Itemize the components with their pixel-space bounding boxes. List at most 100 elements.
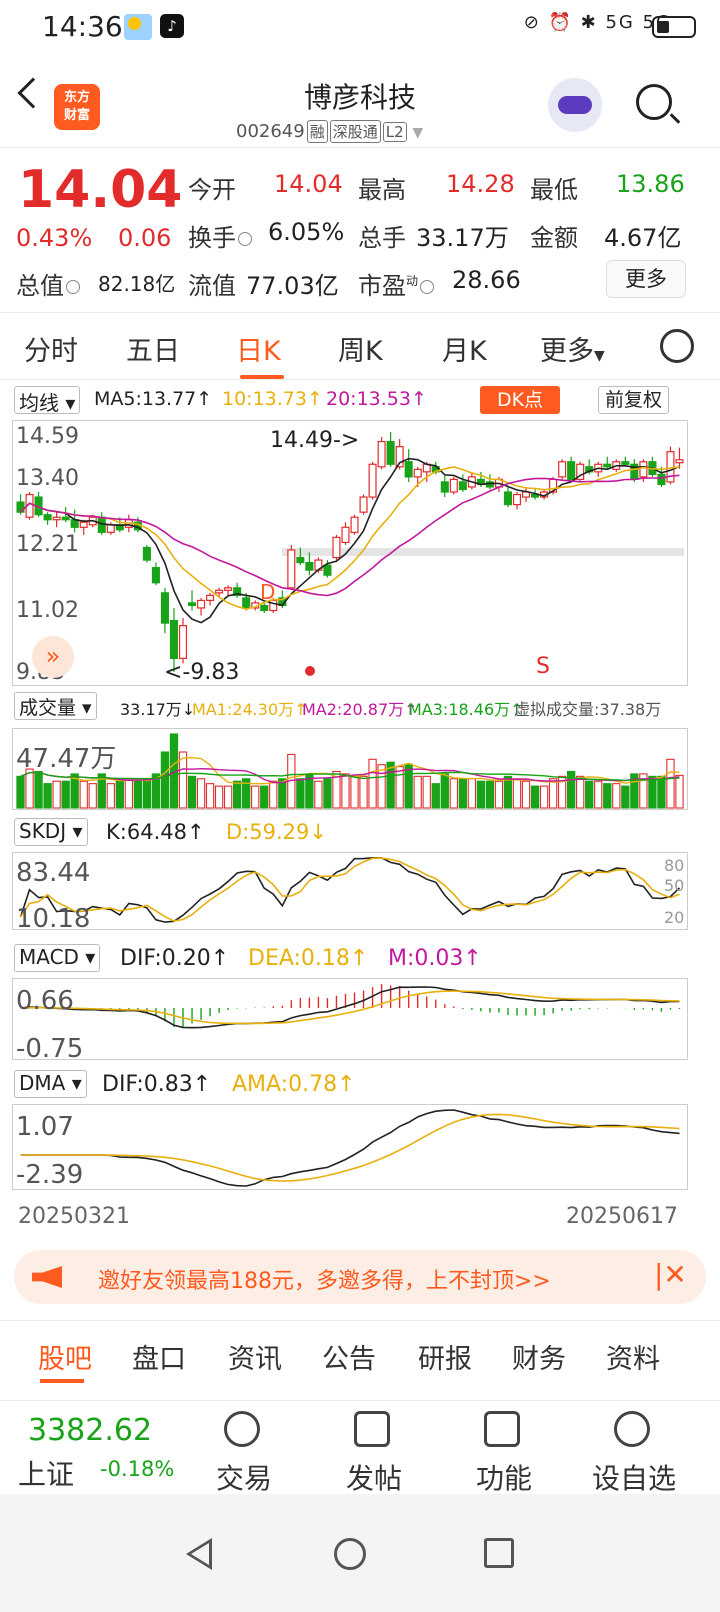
volume-ma1: MA1:24.30万↑ [192,700,308,719]
kline-axis-label: 14.59 [16,424,79,449]
virtual-volume: 虚拟成交量:37.38万 [514,700,662,719]
candle-body [359,496,368,513]
nav-functions[interactable]: 功能 [454,1401,554,1495]
volume-bar [43,783,52,809]
volume-select[interactable]: 成交量 ▾ [14,692,97,720]
candle-body [142,546,151,561]
subtab-pankou[interactable]: 盘口 [132,1337,186,1376]
candle-body [224,587,233,591]
candle-body [368,463,377,498]
candle-body [350,516,359,533]
candle-body [305,561,314,571]
volume-bar [323,778,332,809]
volume-bar [160,751,170,809]
volume-bar [576,775,585,809]
candle-body [657,473,666,486]
macd-dea: DEA:0.18↑ [248,946,369,971]
nav-post[interactable]: 发帖 [324,1401,424,1495]
volume-bar [61,780,70,809]
kline-s-marker: S [536,654,550,679]
skdj-select[interactable]: SKDJ ▾ [14,818,88,846]
home-nav-icon[interactable] [334,1538,366,1570]
promo-text: 邀好友领最高188元，多邀多得，上不封顶>> [98,1269,551,1294]
dma-select[interactable]: DMA ▾ [14,1070,87,1098]
candle-body [512,493,522,506]
volume-bar [476,780,486,809]
ma20-line [19,474,680,597]
dma-legend-bar: DMA ▾ DIF:0.83↑ AMA:0.78↑ [0,1070,720,1100]
nav-trade[interactable]: 交易 [194,1401,294,1495]
nav-trade-label: 交易 [215,1462,272,1495]
volume-bar [350,775,359,809]
volume-bar [133,780,143,809]
volume-bar [314,780,323,809]
expand-icon[interactable]: » [32,636,74,678]
system-nav-bar [0,1494,720,1612]
volume-axis-label: 47.47万 [16,744,117,774]
candle-body [567,461,576,480]
macd-legend-bar: MACD ▾ DIF:0.20↑ DEA:0.18↑ M:0.03↑ [0,944,720,974]
candle-body [404,461,413,478]
skdj-level-80: 80 [664,856,685,875]
nav-functions-label: 功能 [475,1462,532,1495]
volume-bar [260,785,269,809]
content-tabs: 股吧 盘口 资讯 公告 研报 财务 资料 [0,1320,720,1386]
recents-nav-icon[interactable] [484,1538,514,1568]
volume-bar [594,780,603,809]
megaphone-icon [32,1266,62,1288]
kline-axis-label: 13.40 [16,466,79,491]
back-nav-icon[interactable] [186,1538,212,1570]
candle-body [43,514,52,521]
volume-bar [458,778,467,809]
close-icon[interactable]: |✕ [654,1258,687,1291]
macd-dif: DIF:0.20↑ [120,946,230,971]
candle-body [287,549,296,589]
candle-body [260,604,269,612]
dma-dif-line [20,1109,680,1187]
macd-dea-line [20,990,680,1025]
yen-icon [224,1411,260,1447]
volume-bar [124,778,133,809]
candle-body [558,461,567,478]
macd-select[interactable]: MACD ▾ [14,944,101,972]
skdj-level-20: 20 [664,908,685,927]
skdj-level-50: 50 [664,876,685,895]
skdj-k: K:64.48↑ [106,820,205,844]
nav-watchlist[interactable]: 设自选 [584,1401,684,1495]
candle-body [675,459,684,464]
volume-bar [142,778,152,809]
macd-dif-line [20,986,680,1029]
volume-bar [205,783,215,809]
candle-body [206,594,215,602]
volume-bar [16,775,25,809]
candle-body [603,463,612,468]
subtab-research[interactable]: 研报 [418,1337,472,1376]
volume-bar [34,770,43,809]
subtab-notice[interactable]: 公告 [322,1337,376,1376]
candle-body [386,440,395,465]
date-start: 20250321 [18,1204,130,1229]
volume-bar [494,780,504,809]
subtab-finance[interactable]: 财务 [512,1337,566,1376]
candle-body [440,481,449,493]
volume-bar [530,785,540,809]
volume-bar [648,775,657,809]
volume-bar [404,763,413,809]
volume-bar [269,780,278,809]
volume-bar [196,778,206,809]
volume-ma2: MA2:20.87万↑ [302,700,418,719]
kline-d-marker: D [260,580,276,604]
kline-axis-label: 11.02 [16,598,79,623]
subtab-news[interactable]: 资讯 [228,1337,282,1376]
subtab-profile[interactable]: 资料 [606,1337,660,1376]
candle-body [187,602,197,607]
macd-m: M:0.03↑ [388,946,482,971]
skdj-legend-bar: SKDJ ▾ K:64.48↑ D:59.29↓ [0,818,720,848]
dma-ama-line [20,1113,680,1182]
macd-axis-bottom: -0.75 [16,1034,84,1064]
date-end: 20250617 [566,1204,678,1229]
subtab-guba[interactable]: 股吧 [38,1337,92,1376]
index-change: -0.18% [100,1457,175,1481]
volume-bar [440,773,449,809]
promo-banner[interactable]: 邀好友领最高188元，多邀多得，上不封顶>> |✕ [14,1250,706,1304]
